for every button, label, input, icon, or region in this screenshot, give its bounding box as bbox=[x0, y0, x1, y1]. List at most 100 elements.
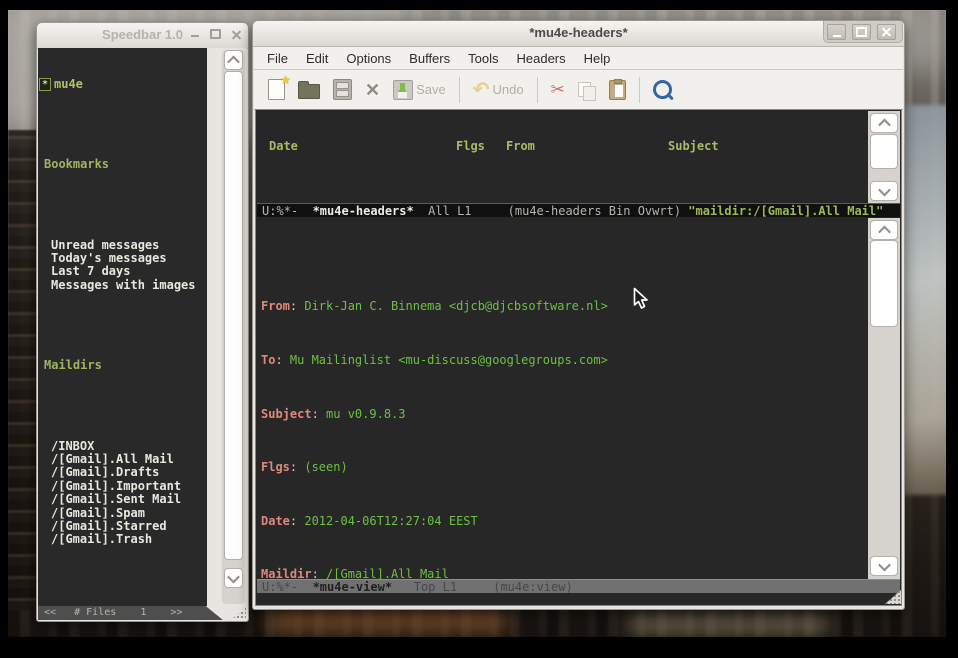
speedbar-maildir-item[interactable]: /[Gmail].Starred bbox=[38, 520, 207, 533]
scrollbar-thumb[interactable] bbox=[224, 71, 243, 560]
undo-icon: ↶ bbox=[473, 80, 490, 100]
field-label: To bbox=[261, 353, 275, 367]
open-button[interactable] bbox=[298, 80, 320, 99]
modeline-position: Top L1 bbox=[392, 580, 493, 594]
close-icon[interactable] bbox=[232, 29, 241, 39]
message-field: Subject: mu v0.9.8.3 bbox=[261, 408, 867, 421]
close-icon[interactable] bbox=[877, 24, 896, 40]
speedbar-bookmark-item[interactable]: Unread messages bbox=[38, 239, 207, 252]
mu4e-titlebar[interactable]: *mu4e-headers* bbox=[253, 21, 904, 47]
menu-item[interactable]: Tools bbox=[459, 49, 507, 68]
modeline-buffer-name: *mu4e-view* bbox=[313, 580, 392, 594]
magnifier-icon bbox=[653, 80, 672, 99]
speedbar-maildir-item[interactable]: /[Gmail].Drafts bbox=[38, 466, 207, 479]
window-buttons bbox=[823, 21, 903, 43]
menubar: FileEditOptionsBuffersToolsHeadersHelp bbox=[254, 47, 903, 70]
modeline-modes: (mu4e-headers Bin Ovwrt) bbox=[508, 204, 689, 218]
wallpaper-light-patch bbox=[268, 607, 508, 633]
view-scrollbar[interactable] bbox=[868, 218, 900, 579]
modeline-buffer-name: *mu4e-headers* bbox=[313, 204, 414, 218]
speedbar-status-text: << # Files 1 >> bbox=[38, 606, 253, 620]
resize-grip[interactable] bbox=[232, 607, 246, 619]
copy-button[interactable] bbox=[578, 82, 596, 97]
mu4e-window: *mu4e-headers* FileEditOptionsBuffersToo… bbox=[252, 20, 905, 610]
close-buffer-button[interactable]: ✕ bbox=[365, 81, 380, 99]
scroll-down-icon[interactable] bbox=[224, 568, 243, 588]
menu-item[interactable]: File bbox=[258, 49, 297, 68]
scissors-icon: ✂ bbox=[551, 80, 565, 100]
blank-line bbox=[38, 319, 207, 332]
speedbar-bookmark-item[interactable]: Last 7 days bbox=[38, 265, 207, 278]
field-label: Date bbox=[261, 514, 290, 528]
new-message-button[interactable]: ★ bbox=[268, 79, 285, 100]
scroll-up-icon[interactable] bbox=[870, 220, 898, 240]
speedbar-maildir-item[interactable]: /INBOX bbox=[38, 440, 207, 453]
expander-icon[interactable]: * bbox=[39, 78, 51, 91]
scroll-down-icon[interactable] bbox=[870, 556, 898, 576]
toolbar-separator bbox=[639, 77, 640, 103]
undo-label: Undo bbox=[493, 82, 524, 97]
field-value: mu v0.9.8.3 bbox=[326, 407, 405, 421]
wallpaper-light-patch bbox=[628, 613, 828, 635]
speedbar-root-item[interactable]: *mu4e bbox=[38, 78, 207, 91]
field-value: (seen) bbox=[304, 460, 347, 474]
speedbar-maildir-item[interactable]: /[Gmail].Trash bbox=[38, 533, 207, 546]
maximize-icon[interactable] bbox=[210, 29, 221, 39]
minimize-icon[interactable] bbox=[191, 29, 199, 39]
field-label: Flgs bbox=[261, 460, 290, 474]
menu-item[interactable]: Help bbox=[575, 49, 620, 68]
menu-item[interactable]: Headers bbox=[507, 49, 574, 68]
scrollbar-thumb[interactable] bbox=[870, 134, 898, 169]
scroll-up-icon[interactable] bbox=[870, 113, 898, 133]
menu-item[interactable]: Edit bbox=[297, 49, 337, 68]
modeline-position: All L1 bbox=[414, 204, 508, 218]
save-button[interactable]: Save bbox=[393, 80, 446, 100]
speedbar-maildir-item[interactable]: /[Gmail].Sent Mail bbox=[38, 493, 207, 506]
scrollbar-thumb[interactable] bbox=[870, 240, 898, 327]
scroll-down-icon[interactable] bbox=[870, 181, 898, 201]
headers-column-row: Date Flgs From Subject bbox=[265, 140, 867, 153]
drawer-button[interactable] bbox=[333, 79, 352, 100]
speedbar-titlebar[interactable]: Speedbar 1.0 bbox=[37, 23, 248, 49]
column-subject[interactable]: Subject bbox=[668, 140, 867, 153]
emacs-frame: Date Flgs From Subject 2012-04-06 12:27:… bbox=[255, 109, 902, 606]
speedbar-bookmark-item[interactable]: Today's messages bbox=[38, 252, 207, 265]
menu-item[interactable]: Buffers bbox=[400, 49, 459, 68]
message-view-pane: From: Dirk-Jan C. Binnema <djcb@djcbsoft… bbox=[257, 218, 867, 581]
headers-modeline: U:%*- *mu4e-headers* All L1 (mu4e-header… bbox=[257, 203, 900, 217]
column-flgs[interactable]: Flgs bbox=[456, 140, 506, 153]
clipboard-icon bbox=[609, 80, 626, 100]
paste-button[interactable] bbox=[609, 80, 626, 100]
speedbar-maildir-item[interactable]: /[Gmail].Spam bbox=[38, 507, 207, 520]
bookmarks-header: Bookmarks bbox=[38, 158, 207, 171]
headers-pane: Date Flgs From Subject 2012-04-06 12:27:… bbox=[257, 111, 867, 205]
speedbar-statusbar: << # Files 1 >> bbox=[38, 606, 247, 620]
speedbar-maildir-item[interactable]: /[Gmail].All Mail bbox=[38, 453, 207, 466]
headers-scrollbar[interactable] bbox=[868, 111, 900, 203]
desktop: Speedbar 1.0 *mu4e Bookmarks Unread mess… bbox=[0, 0, 958, 658]
speedbar-body: *mu4e Bookmarks Unread messagesToday's m… bbox=[38, 48, 247, 606]
column-from[interactable]: From bbox=[506, 140, 668, 153]
speedbar-scrollbar[interactable] bbox=[222, 50, 245, 604]
close-x-icon: ✕ bbox=[365, 81, 380, 99]
scroll-up-icon[interactable] bbox=[224, 50, 243, 70]
new-file-icon: ★ bbox=[268, 79, 285, 100]
maildirs-header: Maildirs bbox=[38, 359, 207, 372]
speedbar-bookmark-item[interactable]: Messages with images bbox=[38, 279, 207, 292]
message-fields: From: Dirk-Jan C. Binnema <djcb@djcbsoft… bbox=[261, 247, 867, 581]
field-value: 2012-04-06T12:27:04 EEST bbox=[304, 514, 477, 528]
cut-button[interactable]: ✂ bbox=[551, 80, 565, 100]
column-date[interactable]: Date bbox=[265, 140, 456, 153]
menu-item[interactable]: Options bbox=[337, 49, 400, 68]
minimize-icon[interactable] bbox=[827, 24, 846, 40]
speedbar-maildir-item[interactable]: /[Gmail].Important bbox=[38, 480, 207, 493]
message-field: Flgs: (seen) bbox=[261, 461, 867, 474]
file-cabinet-icon bbox=[333, 79, 352, 100]
undo-button[interactable]: ↶ Undo bbox=[473, 80, 524, 100]
maximize-icon[interactable] bbox=[852, 24, 871, 40]
modeline-search-query: "maildir:/[Gmail].All Mail" bbox=[688, 204, 883, 218]
modeline-prefix: U:%*- bbox=[262, 580, 313, 594]
speedbar-root-label[interactable]: mu4e bbox=[54, 77, 83, 91]
wallpaper-building-column bbox=[8, 130, 38, 610]
search-button[interactable] bbox=[653, 80, 672, 99]
